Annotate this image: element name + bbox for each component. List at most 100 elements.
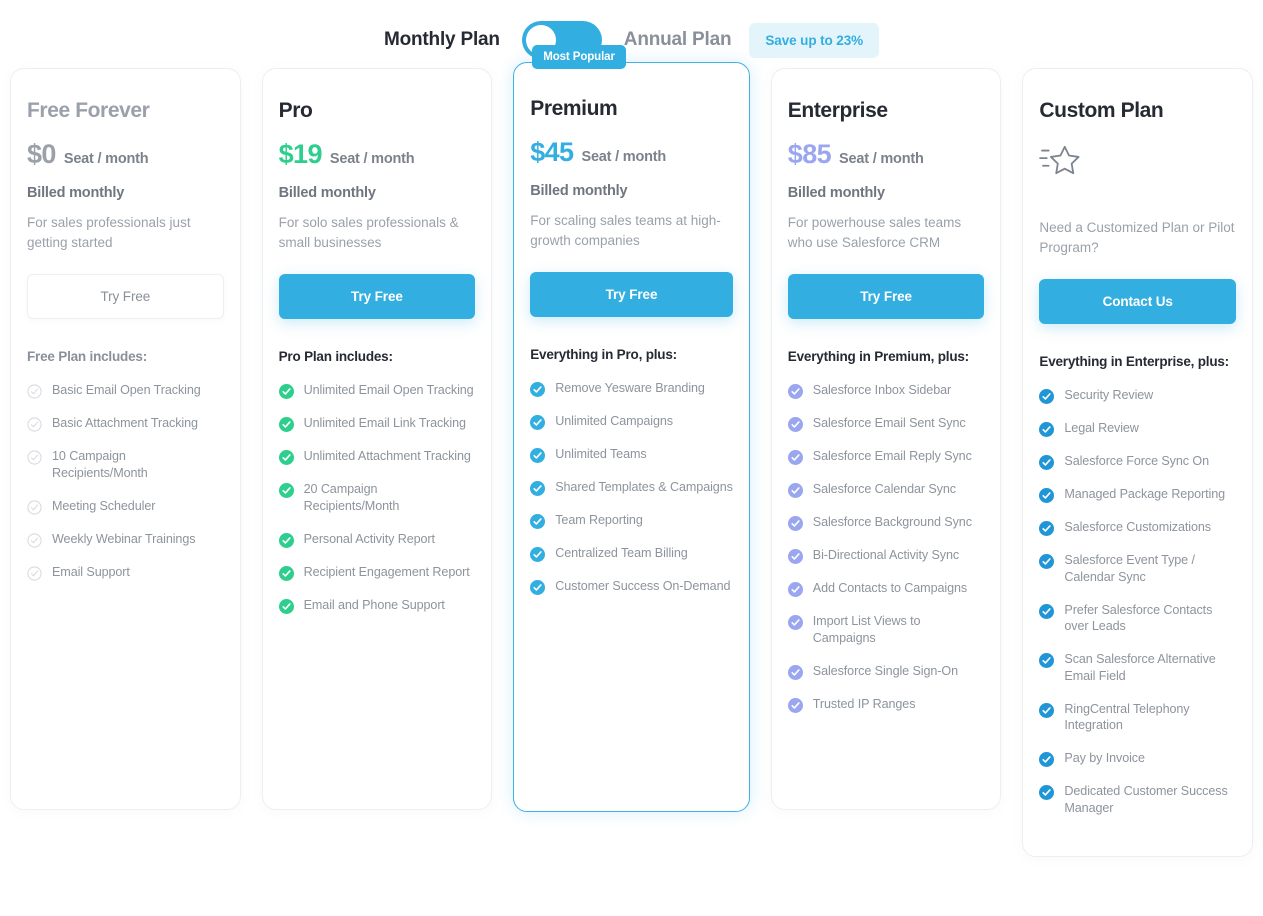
feature-item: Basic Attachment Tracking (27, 415, 224, 432)
includes-title-premium: Everything in Pro, plus: (530, 347, 677, 363)
plan-price-enterprise: $85 (787, 139, 832, 169)
includes-title-custom-plan: Everything in Enterprise, plus: (1039, 354, 1229, 370)
billed-period-premium: Billed monthly (530, 183, 628, 199)
feature-label: Basic Attachment Tracking (52, 416, 198, 431)
plan-price-pro: $19 (278, 139, 323, 169)
billed-period-pro: Billed monthly (278, 185, 376, 201)
shooting-star-icon (1039, 139, 1236, 218)
most-popular-badge: Most Popular (532, 45, 626, 69)
plan-name-pro: Pro (278, 99, 313, 122)
feature-label: Salesforce Single Sign-On (812, 663, 958, 678)
feature-item: Salesforce Email Reply Sync (787, 448, 985, 466)
feature-item: Pay by Invoice (1039, 750, 1236, 767)
feature-item: Salesforce Calendar Sync (787, 481, 985, 499)
cta-button-free-forever[interactable]: Try Free (27, 274, 224, 320)
feature-item: Salesforce Force Sync On (1039, 453, 1236, 471)
cta-button-enterprise[interactable]: Try Free (787, 274, 985, 320)
feature-label: Recipient Engagement Report (303, 564, 470, 579)
feature-label: Customer Success On-Demand (555, 579, 731, 594)
feature-label: Salesforce Event Type / Calendar Sync (1064, 553, 1195, 584)
feature-label: RingCentral Telephony Integration (1064, 701, 1190, 733)
save-badge: Save up to 23% (749, 22, 880, 58)
check-circle-icon (530, 381, 546, 398)
check-circle-icon (787, 548, 803, 565)
check-circle-icon (27, 383, 42, 399)
cta-button-premium[interactable]: Try Free (530, 272, 733, 318)
feature-item: Dedicated Customer Success Manager (1039, 783, 1236, 816)
feature-item: Salesforce Inbox Sidebar (787, 382, 985, 400)
check-circle-icon (1039, 751, 1055, 767)
feature-label: Shared Templates & Campaigns (555, 480, 733, 495)
feature-item: Salesforce Event Type / Calendar Sync (1039, 552, 1236, 585)
feature-item: Legal Review (1039, 420, 1236, 438)
check-circle-icon (787, 482, 803, 499)
plan-name-enterprise: Enterprise (787, 99, 888, 122)
feature-label: Security Review (1064, 388, 1154, 403)
feature-label: Salesforce Background Sync (812, 515, 972, 530)
plan-price-unit-pro: Seat / month (329, 151, 415, 167)
feature-item: Customer Success On-Demand (530, 578, 733, 596)
check-circle-icon (787, 614, 803, 631)
feature-label: Basic Email Open Tracking (52, 383, 201, 398)
pricing-card-pro: Pro $19 Seat / month Billed monthly For solo… (261, 68, 493, 810)
check-circle-icon (27, 449, 42, 465)
feature-label: Team Reporting (555, 513, 643, 528)
feature-item: Unlimited Email Link Tracking (278, 415, 476, 433)
feature-list-free-forever: Basic Email Open Tracking Basic Attachmen… (27, 382, 224, 581)
check-circle-icon (530, 480, 546, 497)
annual-plan-label[interactable]: Annual Plan (624, 29, 732, 51)
feature-item: Team Reporting (530, 512, 733, 530)
plan-price-unit-enterprise: Seat / month (839, 151, 924, 167)
check-circle-icon (27, 416, 42, 432)
price-row-enterprise: $85 Seat / month (788, 139, 985, 170)
check-circle-icon (530, 414, 546, 431)
plan-name-premium: Premium (530, 97, 618, 120)
billed-period-free-forever: Billed monthly (27, 185, 125, 201)
monthly-plan-label[interactable]: Monthly Plan (384, 29, 500, 51)
pricing-card-premium: Most Popular Premium $45 Seat / month Billed… (513, 45, 750, 812)
plan-description-custom-plan: Need a Customized Plan or Pilot Program? (1039, 220, 1235, 255)
feature-item: Salesforce Email Sent Sync (787, 415, 985, 433)
price-row-premium: $45 Seat / month (530, 137, 733, 168)
check-circle-icon (278, 383, 294, 400)
check-circle-icon (787, 416, 803, 433)
cta-button-pro[interactable]: Try Free (278, 274, 476, 320)
feature-label: Centralized Team Billing (555, 546, 688, 561)
check-circle-icon (27, 532, 42, 548)
feature-item: Unlimited Campaigns (530, 413, 733, 431)
check-circle-icon (787, 697, 803, 713)
plan-price-premium: $45 (530, 137, 574, 167)
check-circle-icon (27, 565, 42, 581)
plan-description-premium: For scaling sales teams at high-growth c… (530, 213, 721, 248)
feature-label: Salesforce Email Reply Sync (812, 449, 972, 464)
plan-name-free-forever: Free Forever (27, 99, 150, 122)
feature-label: Salesforce Email Sent Sync (812, 416, 966, 431)
feature-label: Salesforce Calendar Sync (812, 482, 956, 497)
feature-list-premium: Remove Yesware Branding Unlimited Campaig… (530, 380, 733, 596)
feature-label: Unlimited Email Link Tracking (303, 416, 466, 431)
feature-item: Email Support (27, 564, 224, 581)
feature-item: Recipient Engagement Report (278, 564, 476, 581)
feature-label: Pay by Invoice (1064, 751, 1145, 765)
feature-item: Salesforce Customizations (1039, 519, 1236, 537)
cta-button-custom-plan[interactable]: Contact Us (1039, 279, 1236, 325)
check-circle-icon (1039, 702, 1055, 718)
feature-label: Weekly Webinar Trainings (52, 531, 196, 546)
feature-item: Trusted IP Ranges (787, 696, 985, 713)
check-circle-icon (278, 482, 294, 499)
pricing-card-free-forever: Free Forever $0 Seat / month Billed monthly… (10, 68, 241, 810)
check-circle-icon (1039, 454, 1055, 471)
feature-label: Salesforce Customizations (1064, 520, 1211, 535)
check-circle-icon (1039, 603, 1055, 619)
billed-period-enterprise: Billed monthly (787, 185, 885, 201)
feature-label: Salesforce Force Sync On (1064, 454, 1209, 469)
plan-price-unit-free-forever: Seat / month (63, 151, 149, 167)
feature-label: Prefer Salesforce Contacts over Leads (1064, 602, 1213, 634)
plan-name-custom-plan: Custom Plan (1039, 99, 1164, 122)
feature-label: Unlimited Teams (555, 447, 647, 462)
feature-item: Unlimited Teams (530, 446, 733, 464)
check-circle-icon (1039, 652, 1055, 669)
includes-title-enterprise: Everything in Premium, plus: (787, 349, 969, 365)
feature-label: Meeting Scheduler (52, 498, 156, 513)
feature-label: Managed Package Reporting (1064, 487, 1226, 502)
